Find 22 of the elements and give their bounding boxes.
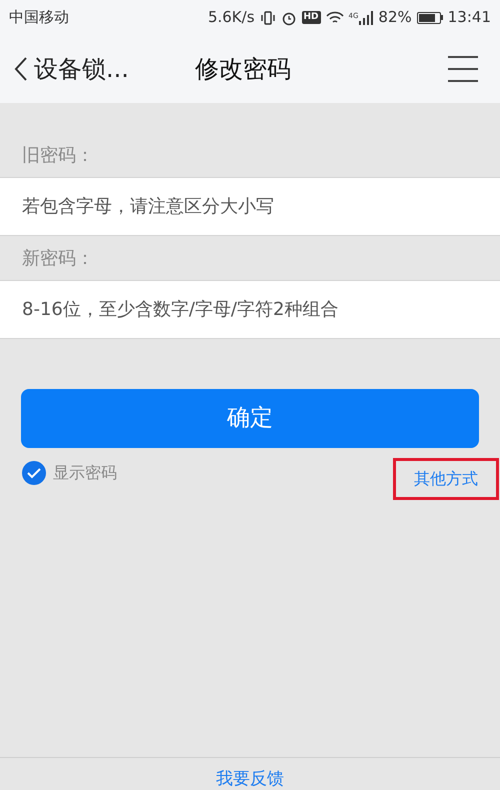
password-field[interactable]: 若包含字母，请注意区分大小写 bbox=[0, 177, 500, 236]
page-title: 修改密码 bbox=[195, 54, 291, 85]
wifi-icon bbox=[326, 10, 344, 24]
password-field[interactable]: 8-16位，至少含数字/字母/字符2种组合 bbox=[0, 280, 500, 339]
battery-percent: 82% bbox=[378, 7, 412, 28]
hd-badge: HD bbox=[302, 11, 321, 24]
field-label: 新密码： bbox=[22, 246, 94, 270]
confirm-button[interactable]: 确定 bbox=[21, 389, 479, 448]
carrier-name: 中国移动 bbox=[9, 7, 69, 28]
menu-button[interactable] bbox=[448, 56, 478, 82]
other-methods-link[interactable]: 其他方式 bbox=[393, 458, 499, 500]
vibrate-icon bbox=[260, 10, 276, 26]
checkmark-icon bbox=[21, 460, 47, 486]
signal-icon bbox=[359, 10, 374, 24]
back-button[interactable]: 设备锁... bbox=[14, 51, 129, 87]
feedback-link[interactable]: 我要反馈 bbox=[216, 769, 284, 789]
show-password-checkbox[interactable]: 显示密码 bbox=[21, 460, 117, 486]
clock-time: 13:41 bbox=[448, 7, 491, 28]
network-speed: 5.6K/s bbox=[208, 7, 255, 28]
back-chevron-icon bbox=[14, 56, 28, 82]
field-label: 旧密码： bbox=[22, 144, 94, 168]
battery-icon bbox=[416, 12, 443, 24]
